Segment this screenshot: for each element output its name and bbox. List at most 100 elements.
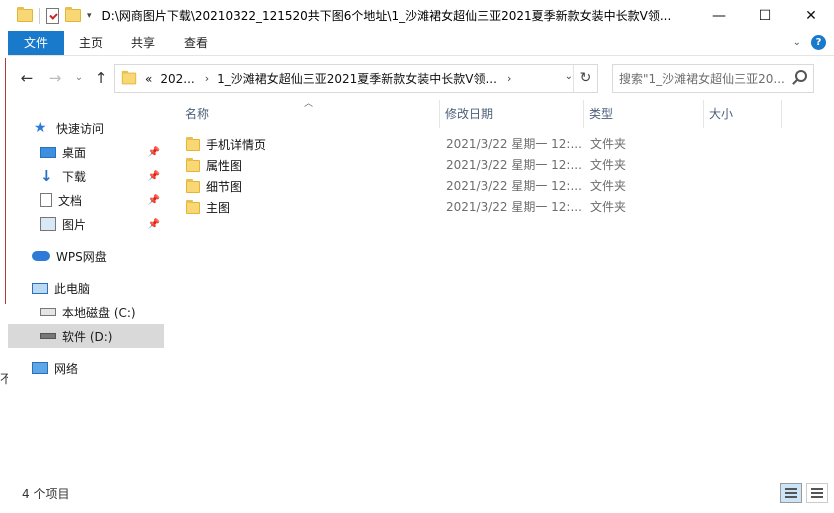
large-icons-view-icon[interactable] [806, 483, 828, 503]
column-date-modified[interactable]: 修改日期 [440, 100, 584, 128]
file-type: 文件夹 [590, 158, 627, 172]
breadcrumb-overflow[interactable]: « [145, 72, 152, 86]
breadcrumb-separator-icon[interactable]: › [205, 72, 209, 85]
navigation-bar: ← → ⌄ ↑ « 202... › 1_沙滩裙女超仙三亚2021夏季新款女装中… [8, 62, 834, 94]
sidebar-item-downloads[interactable]: ↓ 下载 📌 [8, 164, 164, 188]
file-name: 细节图 [206, 180, 243, 194]
explorer-window: ▾ D:\网商图片下载\20210322_121520共下图6个地址\1_沙滩裙… [8, 0, 834, 513]
background-border [5, 58, 6, 304]
back-arrow-icon[interactable]: ← [18, 69, 36, 87]
folder-icon [17, 7, 33, 22]
up-arrow-icon[interactable]: ↑ [92, 69, 110, 87]
recent-locations-chevron-icon[interactable]: ⌄ [70, 69, 88, 87]
new-folder-icon[interactable] [65, 7, 81, 22]
table-row[interactable]: 属性图 2021/3/22 星期一 12:... 文件夹 [180, 155, 790, 176]
background-window: 不 [0, 0, 8, 513]
sidebar-item-label: 软件 (D:) [62, 329, 113, 344]
sidebar-item-pictures[interactable]: 图片 📌 [8, 212, 164, 236]
customize-toolbar-chevron-icon[interactable]: ▾ [87, 11, 92, 21]
folder-icon [186, 157, 200, 172]
sidebar-item-network[interactable]: 网络 [8, 356, 164, 380]
pin-icon[interactable]: 📌 [148, 147, 160, 158]
navigation-pane: ★ 快速访问 桌面 📌 ↓ 下载 📌 文档 📌 图片 📌 WPS网盘 此电脑 本… [8, 100, 164, 480]
close-button[interactable]: ✕ [788, 0, 834, 31]
search-icon [795, 70, 807, 82]
column-size[interactable]: 大小 [704, 100, 782, 128]
table-row[interactable]: 细节图 2021/3/22 星期一 12:... 文件夹 [180, 176, 790, 197]
sidebar-item-label: 文档 [58, 193, 83, 208]
file-date: 2021/3/22 星期一 12:... [446, 179, 582, 193]
breadcrumb-current[interactable]: 1_沙滩裙女超仙三亚2021夏季新款女装中长款V领... [217, 70, 497, 87]
file-type: 文件夹 [590, 137, 627, 151]
properties-icon[interactable] [46, 7, 59, 24]
pin-icon[interactable]: 📌 [148, 219, 160, 230]
ribbon-tabs: 文件 主页 共享 查看 ⌄ ? [8, 31, 834, 56]
tab-file[interactable]: 文件 [8, 31, 64, 55]
breadcrumb-parent[interactable]: 202... [160, 72, 194, 86]
sidebar-item-label: WPS网盘 [56, 249, 107, 264]
pin-icon[interactable]: 📌 [148, 171, 160, 182]
forward-arrow-icon[interactable]: → [46, 69, 64, 87]
refresh-icon[interactable]: ↻ [573, 65, 597, 92]
pin-icon[interactable]: 📌 [148, 195, 160, 206]
sidebar-item-quick-access[interactable]: ★ 快速访问 [8, 116, 164, 140]
sidebar-item-label: 网络 [54, 361, 79, 376]
toolbar-divider [39, 7, 40, 24]
file-date: 2021/3/22 星期一 12:... [446, 158, 582, 172]
sidebar-item-label: 快速访问 [56, 121, 105, 136]
folder-icon [186, 178, 200, 193]
desktop-icon [40, 146, 56, 158]
tab-share[interactable]: 共享 [122, 31, 164, 55]
sidebar-item-label: 桌面 [62, 145, 87, 160]
tab-view[interactable]: 查看 [175, 31, 217, 55]
table-row[interactable]: 主图 2021/3/22 星期一 12:... 文件夹 [180, 197, 790, 218]
address-bar[interactable]: « 202... › 1_沙滩裙女超仙三亚2021夏季新款女装中长款V领... … [114, 64, 598, 93]
file-type: 文件夹 [590, 200, 627, 214]
cloud-icon [32, 251, 50, 261]
sidebar-item-drive-c[interactable]: 本地磁盘 (C:) [8, 300, 164, 324]
maximize-button[interactable]: ☐ [742, 0, 788, 31]
help-icon[interactable]: ? [811, 35, 826, 50]
pictures-icon [40, 217, 56, 231]
sidebar-item-drive-d[interactable]: 软件 (D:) [8, 324, 164, 348]
sidebar-item-label: 本地磁盘 (C:) [62, 305, 136, 320]
address-history-chevron-icon[interactable]: ⌄ [565, 71, 573, 82]
title-bar: ▾ D:\网商图片下载\20210322_121520共下图6个地址\1_沙滩裙… [8, 0, 834, 31]
file-date: 2021/3/22 星期一 12:... [446, 200, 582, 214]
sidebar-item-this-pc[interactable]: 此电脑 [8, 276, 164, 300]
column-type[interactable]: 类型 [584, 100, 704, 128]
file-date: 2021/3/22 星期一 12:... [446, 137, 582, 151]
folder-icon [186, 136, 200, 151]
search-input[interactable]: 搜索"1_沙滩裙女超仙三亚20... [619, 70, 789, 87]
details-view-icon[interactable] [780, 483, 802, 503]
file-name: 主图 [206, 201, 231, 215]
download-icon: ↓ [40, 167, 53, 185]
drive-icon [40, 308, 56, 316]
table-row[interactable]: 手机详情页 2021/3/22 星期一 12:... 文件夹 [180, 134, 790, 155]
search-box[interactable]: 搜索"1_沙滩裙女超仙三亚20... [612, 64, 814, 93]
file-name: 手机详情页 [206, 138, 267, 152]
window-controls: — ☐ ✕ [696, 0, 834, 31]
sidebar-item-documents[interactable]: 文档 📌 [8, 188, 164, 212]
folder-icon [186, 199, 200, 214]
window-title: D:\网商图片下载\20210322_121520共下图6个地址\1_沙滩裙女超… [101, 9, 672, 23]
documents-icon [40, 193, 52, 207]
status-item-count: 4 个项目 [22, 487, 70, 501]
column-name[interactable]: 名称 [180, 100, 440, 128]
sidebar-item-label: 图片 [62, 217, 87, 232]
sidebar-item-label: 下载 [62, 169, 87, 184]
sidebar-item-wps-cloud[interactable]: WPS网盘 [8, 244, 164, 268]
quick-access-toolbar: ▾ [8, 7, 92, 24]
minimize-button[interactable]: — [696, 0, 742, 31]
tab-home[interactable]: 主页 [70, 31, 112, 55]
file-name: 属性图 [206, 159, 243, 173]
expand-ribbon-chevron-icon[interactable]: ⌄ [793, 37, 801, 48]
star-icon: ★ [34, 120, 47, 136]
sidebar-item-desktop[interactable]: 桌面 📌 [8, 140, 164, 164]
column-header: ︿ 名称 修改日期 类型 大小 [180, 99, 790, 128]
network-icon [32, 362, 48, 374]
drive-icon [40, 333, 56, 339]
breadcrumb-separator-icon[interactable]: › [507, 72, 511, 85]
sidebar-item-label: 此电脑 [54, 281, 91, 296]
view-switcher [780, 483, 828, 503]
